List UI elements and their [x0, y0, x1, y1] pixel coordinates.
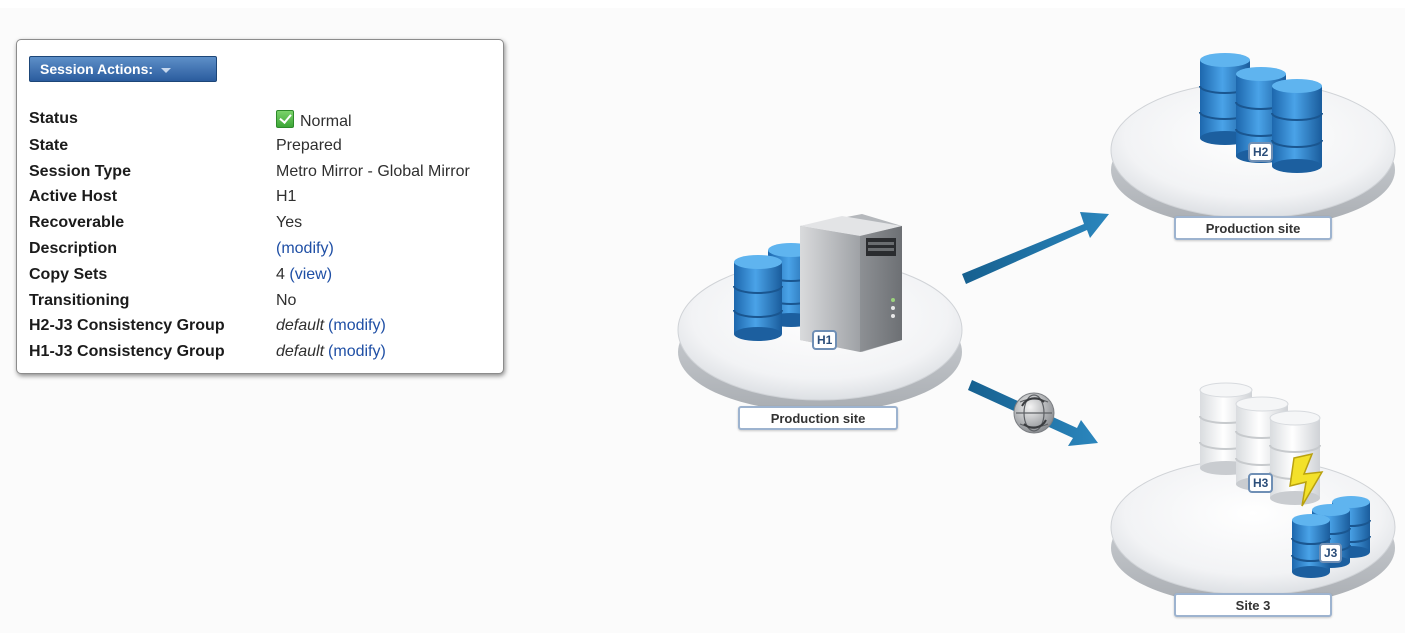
- h2-site-label[interactable]: Production site: [1174, 216, 1332, 240]
- replication-arrow-h1-h2: [962, 212, 1109, 284]
- site3-label[interactable]: Site 3: [1174, 593, 1332, 617]
- global-copy-globe-icon: [1013, 392, 1055, 434]
- topology-diagram: [677, 53, 1396, 606]
- h1-tag: H1: [812, 330, 838, 350]
- j3-tag: J3: [1319, 543, 1343, 563]
- h2-tag: H2: [1248, 142, 1274, 162]
- h3-tag: H3: [1248, 473, 1274, 493]
- h1-site-label[interactable]: Production site: [738, 406, 898, 430]
